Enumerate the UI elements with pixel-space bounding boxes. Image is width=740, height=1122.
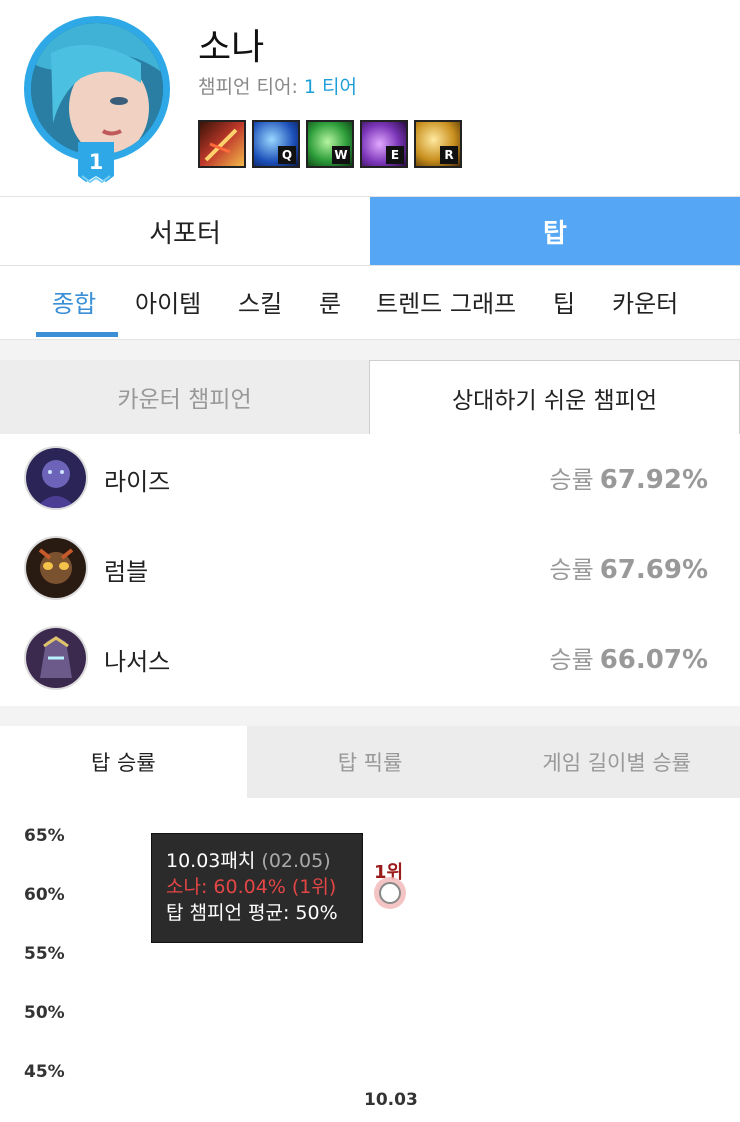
e-key-label: E <box>386 146 404 164</box>
tooltip-date: (02.05) <box>261 850 331 872</box>
tooltip-title: 10.03패치 (02.05) <box>166 848 348 874</box>
section-divider <box>0 340 740 360</box>
tier-badge-number: 1 <box>88 150 104 174</box>
matchup-name: 나서스 <box>104 648 171 676</box>
r-skill-icon[interactable]: R <box>414 120 462 168</box>
nav-trend-graph[interactable]: 트렌드 그래프 <box>376 284 516 319</box>
skill-icons: Q W E R <box>198 120 462 168</box>
tab-easy-matchups[interactable]: 상대하기 쉬운 챔피언 <box>369 360 740 434</box>
w-skill-icon[interactable]: W <box>306 120 354 168</box>
nav-skills[interactable]: 스킬 <box>238 284 282 319</box>
matchup-row[interactable]: 나서스 승률 66.07% <box>0 614 740 704</box>
q-key-label: Q <box>278 146 296 164</box>
matchup-winrate: 승률 66.07% <box>550 640 708 675</box>
winrate-label: 승률 <box>549 466 594 494</box>
nav-items[interactable]: 아이템 <box>135 284 201 319</box>
tab-counter-champions[interactable]: 카운터 챔피언 <box>0 360 369 434</box>
role-tab-support[interactable]: 서포터 <box>0 197 370 265</box>
y-tick-label: 65% <box>24 826 65 846</box>
matchup-winrate: 승률 67.69% <box>550 550 708 585</box>
x-tick-label: 10.03 <box>364 1090 418 1110</box>
tab-winrate-by-length[interactable]: 게임 길이별 승률 <box>493 726 740 798</box>
winrate-value: 66.07% <box>599 645 708 675</box>
nav-overview[interactable]: 종합 <box>52 284 96 319</box>
champion-avatar <box>24 536 88 600</box>
w-key-label: W <box>332 146 350 164</box>
tier-label: 챔피언 티어: <box>198 76 298 98</box>
tab-top-winrate[interactable]: 탑 승률 <box>0 726 247 798</box>
nav-active-underline <box>36 332 118 337</box>
champion-avatar <box>24 446 88 510</box>
y-tick-label: 45% <box>24 1062 65 1082</box>
winrate-chart: 65% 60% 55% 50% 45% 10.03 1위 10.03패치 (02… <box>0 798 740 1122</box>
e-skill-icon[interactable]: E <box>360 120 408 168</box>
nav-counter[interactable]: 카운터 <box>612 284 678 319</box>
y-tick-label: 60% <box>24 885 65 905</box>
graph-tabs: 탑 승률 탑 픽률 게임 길이별 승률 <box>0 726 740 798</box>
matchup-row[interactable]: 라이즈 승률 67.92% <box>0 434 740 524</box>
passive-icon[interactable] <box>198 120 246 168</box>
nav-tips[interactable]: 팁 <box>553 284 575 319</box>
role-tab-top[interactable]: 탑 <box>370 197 740 265</box>
winrate-value: 67.92% <box>599 465 708 495</box>
matchup-name: 럼블 <box>104 558 149 586</box>
tooltip-champion-line: 소나: 60.04% (1위) <box>166 876 337 898</box>
tier-value: 1 티어 <box>303 76 357 98</box>
winrate-label: 승률 <box>549 646 594 674</box>
champion-header: 1 소나 챔피언 티어: 1 티어 Q W E R <box>0 0 740 196</box>
champion-name: 소나 <box>198 27 265 68</box>
nav-runes[interactable]: 룬 <box>319 284 341 319</box>
section-divider <box>0 706 740 726</box>
role-tabs: 서포터 탑 <box>0 196 740 266</box>
chart-tooltip: 10.03패치 (02.05) 소나: 60.04% (1위) 탑 챔피언 평균… <box>151 833 363 943</box>
section-nav: 종합 아이템 스킬 룬 트렌드 그래프 팁 카운터 <box>0 266 740 340</box>
champion-portrait-wrap: 1 <box>24 16 170 184</box>
champion-portrait <box>24 16 170 162</box>
matchup-winrate: 승률 67.92% <box>550 460 708 495</box>
y-tick-label: 55% <box>24 944 65 964</box>
tooltip-patch: 10.03패치 <box>166 850 256 872</box>
tooltip-average-line: 탑 챔피언 평균: 50% <box>166 902 338 924</box>
q-skill-icon[interactable]: Q <box>252 120 300 168</box>
matchup-list: 라이즈 승률 67.92% 럼블 승률 67.69% 나서스 승률 66.07% <box>0 434 740 706</box>
tier-badge: 1 <box>76 142 116 188</box>
counter-tabs: 카운터 챔피언 상대하기 쉬운 챔피언 <box>0 360 740 434</box>
tab-top-pickrate[interactable]: 탑 픽률 <box>247 726 494 798</box>
matchup-name: 라이즈 <box>104 468 171 496</box>
champion-avatar <box>24 626 88 690</box>
y-tick-label: 50% <box>24 1003 65 1023</box>
winrate-label: 승률 <box>549 556 594 584</box>
matchup-row[interactable]: 럼블 승률 67.69% <box>0 524 740 614</box>
winrate-value: 67.69% <box>599 555 708 585</box>
champion-tier-line: 챔피언 티어: 1 티어 <box>198 72 357 99</box>
r-key-label: R <box>440 146 458 164</box>
data-point[interactable] <box>372 875 408 911</box>
